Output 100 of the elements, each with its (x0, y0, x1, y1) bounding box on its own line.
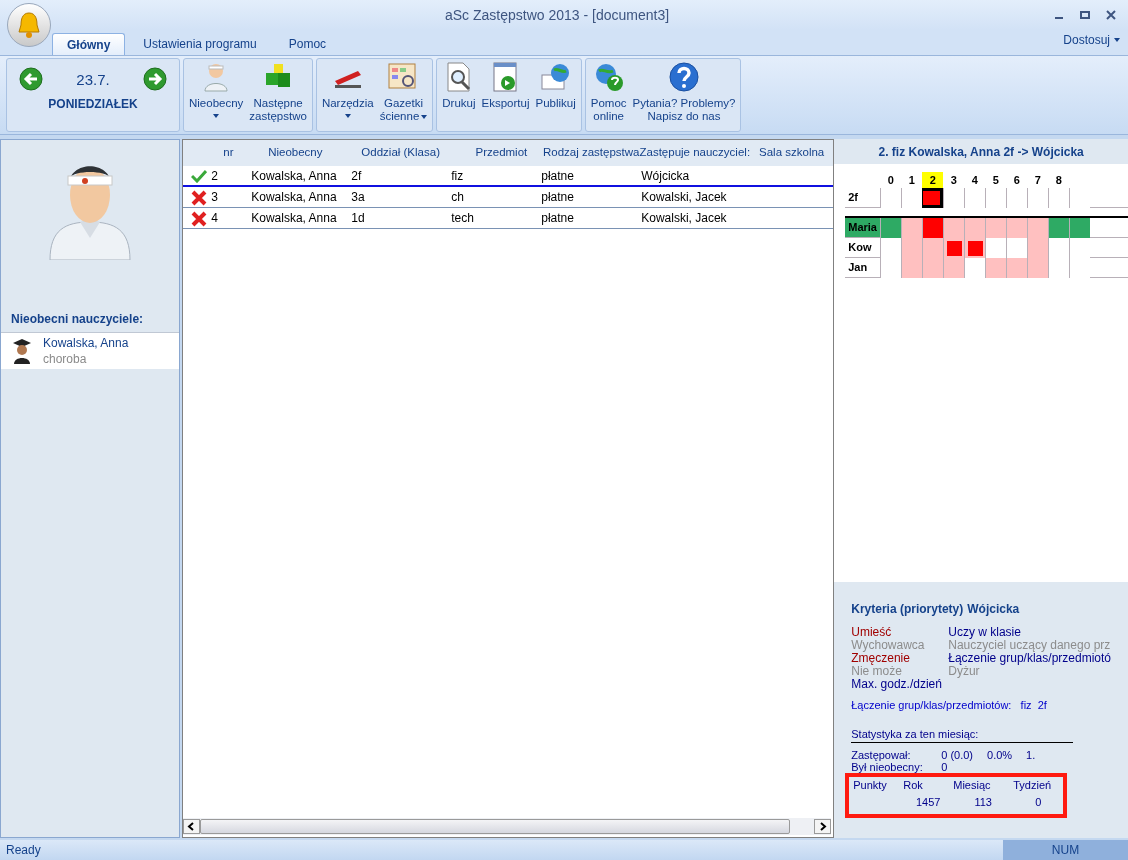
date-text: 23.7. (76, 70, 110, 90)
period-number: 6 (1012, 173, 1021, 188)
caret-icon (1114, 38, 1120, 42)
stat-value: 0.0% (987, 749, 1013, 761)
horizontal-scrollbar[interactable] (183, 818, 832, 835)
ribbon-button[interactable]: Pomoc online (588, 61, 629, 123)
table-cell-text: fiz (451, 167, 465, 185)
ribbon-button[interactable]: Publikuj (533, 61, 578, 110)
table-cell-text: 3a (351, 189, 366, 206)
points-header: Rok (903, 778, 924, 793)
tab[interactable]: Główny (52, 33, 126, 55)
weekday-text: PONIEDZIAŁEK (48, 95, 138, 113)
period-number: 2 (922, 172, 944, 188)
teacher-list-item[interactable]: Kowalska, Anna choroba (1, 333, 180, 369)
graduate-icon (11, 338, 33, 364)
column-header[interactable]: Zastępuje nauczyciel: (639, 144, 751, 162)
table-row[interactable]: 2 Kowalska, Anna 2f fiz płatne Wójcicka (183, 166, 834, 187)
cross-icon (191, 211, 208, 227)
stat-value: 0 (0.0) (941, 749, 974, 761)
stats-heading: Statystyka za ten miesiąc: (851, 725, 1074, 743)
column-header[interactable]: nr (183, 144, 250, 162)
points-header: Punkty (853, 778, 888, 793)
stat-value: 1. (1026, 749, 1036, 761)
row-label: Maria (845, 218, 881, 237)
num-indicator: NUM (1003, 840, 1128, 860)
points-header: Miesiąc (953, 778, 992, 793)
table-cell-text: płatne (541, 210, 575, 227)
ribbon-button[interactable]: Narzędzia (319, 61, 376, 118)
table-cell-text: 1d (351, 210, 366, 227)
column-header[interactable]: Przedmiot (459, 144, 543, 162)
period-number: 4 (970, 173, 979, 188)
period-number: 5 (991, 173, 1000, 188)
table-cell-text: ch (451, 189, 465, 206)
teacher-name: Kowalska, Anna (43, 335, 129, 351)
criterion-label: Uczy w klasie (948, 626, 1021, 639)
tab[interactable]: Ustawienia programu (129, 33, 271, 55)
row-label: Kow (847, 240, 873, 256)
criterion-label: Nie może (851, 665, 902, 678)
ribbon-button[interactable]: Gazetki ścienne (377, 61, 430, 123)
criterion-label: Nauczyciel uczący danego prz (948, 639, 1111, 652)
window-title: aSc Zastępstwo 2013 - [document3] (443, 5, 671, 25)
joining-text: Łączenie grup/klas/przedmiotów: fiz 2f (851, 698, 1048, 713)
globe-icon (539, 61, 572, 93)
customize-menu[interactable]: Dostosuj (1063, 31, 1128, 55)
scroll-thumb[interactable] (200, 819, 791, 834)
ribbon-button[interactable]: Nieobecny (187, 61, 246, 118)
criterion-label: Dyżur (948, 665, 980, 678)
row-label: Jan (847, 260, 869, 276)
period-number: 3 (949, 173, 958, 188)
table-cell-text: Kowalska, Anna (251, 210, 338, 227)
period-number: 0 (886, 173, 895, 188)
stat-label: Był nieobecny: (851, 761, 924, 773)
column-header[interactable]: Oddział (Klasa) (341, 144, 460, 162)
criterion-label: Umieść (851, 626, 892, 639)
table-row[interactable]: 3 Kowalska, Anna 3a ch płatne Kowalski, Jacek (183, 187, 834, 208)
criterion-label: Zmęczenie (851, 652, 910, 665)
points-value: 0 (1034, 794, 1043, 810)
table-cell-text: 3 (211, 189, 219, 206)
criteria-teacher: Wójcicka (967, 601, 1020, 618)
table-cell-text: płatne (541, 189, 575, 206)
column-header[interactable]: Sala szkolna (750, 144, 834, 162)
cross-icon (191, 190, 208, 206)
table-row[interactable]: 4 Kowalska, Anna 1d tech płatne Kowalski, Jacek (183, 208, 834, 229)
status-text: Ready (5, 842, 42, 859)
ribbon-button[interactable]: Pytania? Problemy? Napisz do nas (630, 61, 738, 123)
table-cell-text: 4 (211, 210, 219, 227)
table-cell-text: Kowalski, Jacek (641, 210, 728, 227)
table-cell-text: Wójcicka (641, 167, 691, 185)
table-cell-text: tech (451, 210, 475, 227)
period-number: 8 (1054, 173, 1063, 188)
period-number: 1 (907, 173, 916, 188)
ribbon-button[interactable]: Eksportuj (479, 61, 532, 110)
criterion-label: Wychowawca (851, 639, 925, 652)
table-cell-text: 2f (351, 167, 363, 185)
stat-label: Zastępował: (851, 749, 912, 761)
period-number: 7 (1033, 173, 1042, 188)
stat-value: 0 (941, 761, 948, 773)
help-icon (668, 61, 700, 93)
table-cell-text: Kowalska, Anna (251, 189, 338, 206)
maximize-icon[interactable] (1080, 10, 1090, 20)
table-cell-text: Kowalska, Anna (251, 167, 338, 185)
absence-reason: choroba (43, 351, 88, 367)
table-cell-text: Kowalski, Jacek (641, 189, 728, 206)
row-label: 2f (847, 190, 859, 206)
criterion-label: Łączenie grup/klas/przedmiotó (948, 652, 1111, 665)
scroll-right-icon[interactable] (814, 819, 832, 834)
ribbon-button[interactable]: Następne zastępstwo (247, 61, 309, 123)
table-cell-text: 2 (211, 167, 219, 185)
table-cell-text: płatne (541, 167, 575, 185)
ribbon-button[interactable]: Drukuj (440, 61, 478, 110)
scroll-left-icon[interactable] (183, 819, 201, 834)
check-icon (191, 169, 208, 183)
points-value: 1457 (915, 794, 942, 810)
tab[interactable]: Pomoc (274, 33, 341, 55)
points-header: Tydzień (1013, 778, 1053, 793)
close-icon[interactable] (1106, 10, 1116, 20)
column-header[interactable]: Nieobecny (249, 144, 342, 162)
criteria-heading: Kryteria (priorytety) (851, 601, 964, 618)
criterion-label: Max. godz./dzień (851, 678, 942, 691)
column-header[interactable]: Rodzaj zastępstwa (542, 144, 640, 162)
